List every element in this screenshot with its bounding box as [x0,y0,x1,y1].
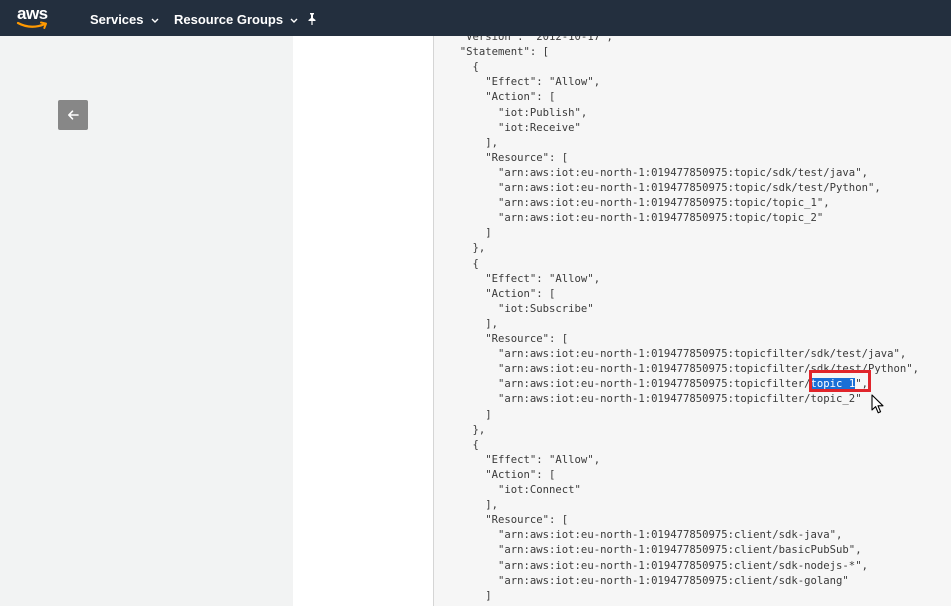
code-line: ] [447,589,492,602]
code-line: "arn:aws:iot:eu-north-1:019477850975:cli… [447,574,849,587]
code-line: "Action": [ [447,287,556,300]
code-line: ], [447,136,499,149]
code-line: "Effect": "Allow", [447,453,601,466]
code-line: "Action": [ [447,468,556,481]
code-line: "Effect": "Allow", [447,272,601,285]
services-label: Services [90,12,144,27]
code-line: ], [447,317,499,330]
chevron-down-icon [151,11,159,26]
code-line: "arn:aws:iot:eu-north-1:019477850975:cli… [447,559,868,572]
code-line: "Resource": [ [447,514,569,527]
code-line: "arn:aws:iot:eu-north-1:019477850975:cli… [447,529,843,542]
code-line: }, [447,242,486,255]
code-line: "arn:aws:iot:eu-north-1:019477850975:top… [447,377,868,392]
code-text: ", [855,378,868,391]
services-menu[interactable]: Services [90,11,159,27]
aws-logo[interactable]: aws [16,4,50,30]
selected-text: topic_1 [810,378,856,391]
code-line: "iot:Subscribe" [447,302,594,315]
code-text: "arn:aws:iot:eu-north-1:019477850975:top… [447,378,811,391]
code-line: ], [447,499,499,512]
resource-groups-label: Resource Groups [174,12,284,27]
code-line: { [447,257,479,270]
code-line: "iot:Publish", [447,106,588,119]
policy-document-editor[interactable]: "Version": "2012-10-17", "Statement": [ … [433,36,951,606]
code-line: "Effect": "Allow", [447,76,601,89]
pushpin-icon[interactable] [307,12,317,30]
code-line: ] [447,227,492,240]
top-navigation-bar: aws Services Resource Groups [0,0,951,36]
chevron-down-icon [290,11,298,26]
code-line: "arn:aws:iot:eu-north-1:019477850975:top… [447,348,907,361]
code-line: "arn:aws:iot:eu-north-1:019477850975:top… [447,166,868,179]
code-line: { [447,438,479,451]
code-line: "Statement": [ [447,46,550,59]
code-line: ] [447,408,492,421]
code-line: "arn:aws:iot:eu-north-1:019477850975:top… [447,182,881,194]
code-line: "arn:aws:iot:eu-north-1:019477850975:cli… [447,544,862,557]
code-line: { [447,61,479,74]
code-line: "arn:aws:iot:eu-north-1:019477850975:top… [447,212,824,225]
code-line: "arn:aws:iot:eu-north-1:019477850975:top… [447,197,830,210]
left-sidebar [0,36,293,606]
code-line: "iot:Receive" [447,121,581,134]
arrow-left-icon [68,110,79,120]
code-line: "Action": [ [447,91,556,104]
aws-smile-icon [16,21,47,29]
code-line: "arn:aws:iot:eu-north-1:019477850975:top… [447,363,919,376]
back-button[interactable] [58,100,88,130]
resource-groups-menu[interactable]: Resource Groups [174,11,298,27]
code-line: }, [447,423,486,436]
code-line: "arn:aws:iot:eu-north-1:019477850975:top… [447,393,862,406]
code-line: "iot:Connect" [447,484,581,496]
content-gutter [293,36,433,606]
code-line: "Resource": [ [447,151,569,164]
mouse-pointer-icon [871,394,885,420]
code-line: "Version": "2012-10-17", [447,36,613,43]
code-line: "Resource": [ [447,333,569,345]
